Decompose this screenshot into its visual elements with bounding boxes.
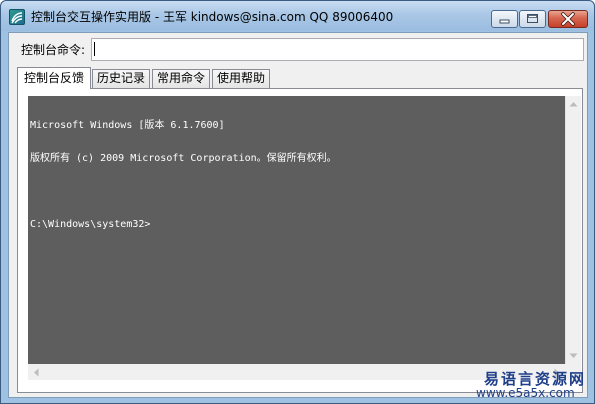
tab-common-commands[interactable]: 常用命令 [152, 69, 210, 88]
app-window: 控制台交互操作实用版 - 王军 kindows@sina.com QQ 8900… [0, 0, 595, 404]
maximize-icon [527, 14, 538, 23]
scroll-left-arrow-icon[interactable] [33, 368, 39, 377]
command-input[interactable] [91, 38, 584, 61]
console-line: 版权所有 (c) 2009 Microsoft Corporation。保留所有… [30, 153, 337, 164]
tab-console-feedback[interactable]: 控制台反馈 [17, 67, 91, 89]
title-bar[interactable]: 控制台交互操作实用版 - 王军 kindows@sina.com QQ 8900… [1, 1, 594, 31]
site-watermark: 易语言资源网 www.e5a5x.com [462, 366, 594, 404]
command-label: 控制台命令: [21, 43, 86, 57]
console-line: C:\Windows\system32> [30, 219, 151, 230]
scroll-down-arrow-icon[interactable] [569, 353, 578, 359]
window-title: 控制台交互操作实用版 - 王军 kindows@sina.com QQ 8900… [31, 10, 394, 24]
tab-help[interactable]: 使用帮助 [212, 69, 270, 88]
minimize-button[interactable] [491, 10, 518, 28]
tab-history[interactable]: 历史记录 [92, 69, 150, 88]
text-caret [94, 42, 95, 56]
client-area: 控制台命令: 控制台反馈 历史记录 常用命令 使用帮助 Microsoft Wi… [8, 32, 588, 398]
console-output[interactable]: Microsoft Windows [版本 6.1.7600] 版权所有 (c)… [28, 96, 575, 364]
watermark-url: www.e5a5x.com [476, 386, 575, 400]
close-button[interactable] [548, 10, 588, 28]
tab-panel-console-feedback: Microsoft Windows [版本 6.1.7600] 版权所有 (c)… [17, 88, 583, 393]
close-icon [561, 12, 575, 26]
scroll-up-arrow-icon[interactable] [569, 101, 578, 107]
console-app-icon [9, 9, 25, 25]
minimize-icon [499, 19, 510, 24]
maximize-button[interactable] [519, 10, 546, 28]
vertical-scrollbar[interactable] [565, 96, 581, 364]
console-line: Microsoft Windows [版本 6.1.7600] [30, 120, 225, 131]
